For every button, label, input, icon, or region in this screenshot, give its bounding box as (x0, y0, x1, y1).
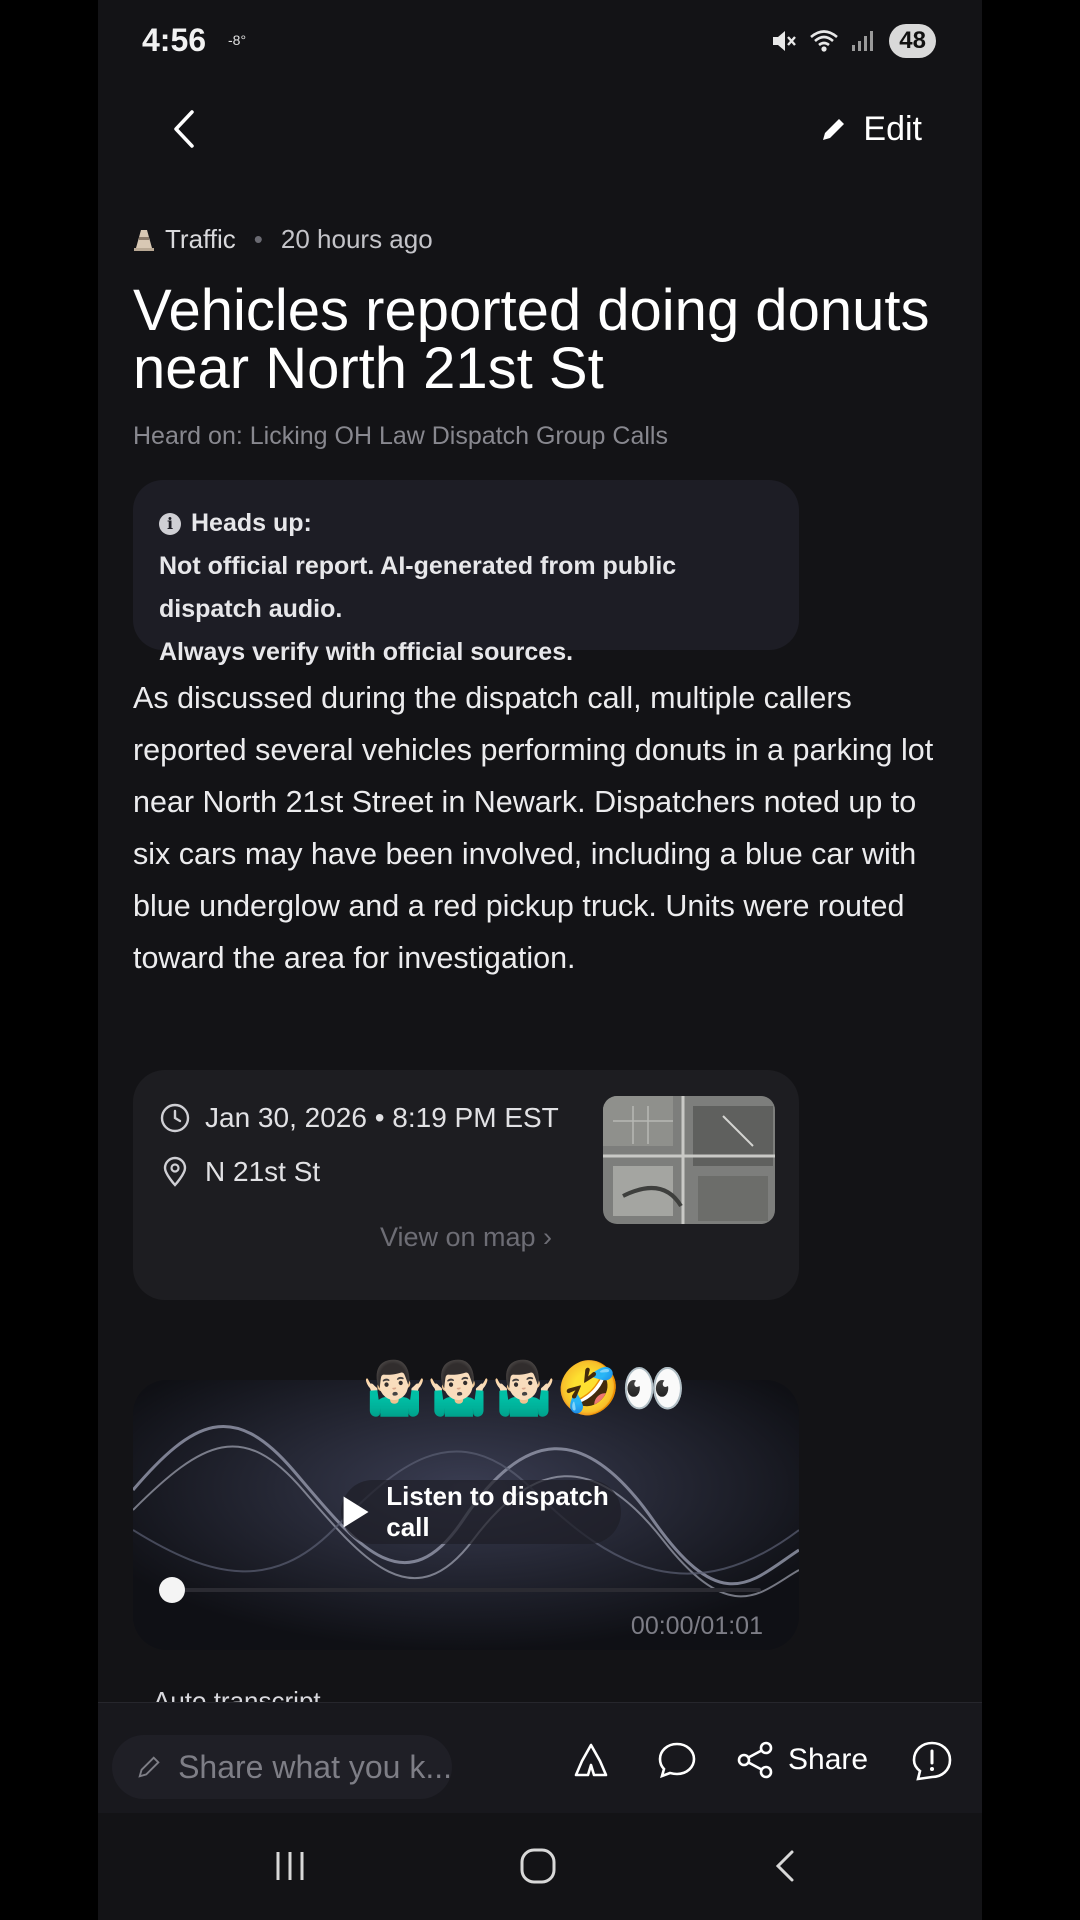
heads-up-notice: i Heads up: Not official report. AI-gene… (133, 480, 799, 666)
article-meta: Traffic • 20 hours ago (133, 224, 433, 255)
article-category[interactable]: Traffic (165, 224, 236, 255)
incident-location: N 21st St (205, 1156, 321, 1187)
audio-duration: 00:00/01:01 (630, 1612, 763, 1640)
phone-screen: 4:56 -8° 48 Edit Traffic • 20 hours ago … (98, 0, 982, 1920)
recent-apps-icon[interactable] (268, 1844, 312, 1888)
status-time: 4:56 (142, 22, 207, 58)
share-button[interactable]: Share (734, 1739, 868, 1781)
alert-icon (912, 1741, 952, 1781)
location-pin-icon (163, 1156, 187, 1187)
heard-on-source[interactable]: Heard on: Licking OH Law Dispatch Group … (133, 422, 668, 451)
signal-icon (852, 31, 874, 51)
status-bar: 4:56 -8° 48 (98, 0, 982, 84)
emoji-overlay: 🤷🏻‍♂️🤷🏻‍♂️🤷🏻‍♂️🤣👀 (362, 1360, 686, 1418)
pray-button[interactable] (570, 1739, 612, 1781)
article-time-ago: 20 hours ago (280, 224, 433, 254)
chat-bubble-icon (658, 1742, 696, 1779)
home-icon[interactable] (516, 1844, 560, 1888)
notice-line-2: Always verify with official sources. (159, 638, 574, 666)
article-body: As discussed during the dispatch call, m… (133, 681, 934, 975)
mute-icon (773, 31, 797, 51)
meta-separator: • (253, 224, 263, 254)
clock-icon (160, 1103, 190, 1133)
wifi-icon (810, 30, 839, 52)
edit-label: Edit (863, 109, 922, 148)
incident-details-card: Jan 30, 2026 • 8:19 PM EST N 21st St Vie… (133, 1070, 799, 1300)
map-thumbnail[interactable] (603, 1096, 775, 1224)
edit-button[interactable]: Edit (819, 104, 922, 154)
location-row: N 21st St (159, 1156, 320, 1188)
info-icon: i (159, 512, 181, 535)
status-temperature: -8° (228, 32, 247, 48)
praying-hands-icon (574, 1743, 608, 1777)
chevron-right-icon: › (543, 1222, 553, 1252)
pencil-outline-icon (138, 1756, 160, 1778)
report-button[interactable] (910, 1739, 954, 1783)
comment-button[interactable] (656, 1739, 698, 1781)
dispatch-audio-player: Listen to dispatch call 00:00/01:01 (133, 1380, 799, 1650)
view-on-map-link[interactable]: View on map › (133, 1222, 799, 1253)
system-navigation-bar (98, 1814, 982, 1920)
play-icon (343, 1496, 369, 1528)
share-icon (737, 1741, 773, 1779)
listen-label: Listen to dispatch call (386, 1481, 609, 1542)
bottom-action-bar: Share what you k... Share (98, 1702, 982, 1813)
share-comment-input[interactable]: Share what you k... (112, 1735, 452, 1799)
article-title: Vehicles reported doing donuts near Nort… (133, 278, 930, 401)
audio-scrubber[interactable] (159, 1577, 185, 1603)
notice-heading: Heads up: (191, 509, 312, 537)
datetime-row: Jan 30, 2026 • 8:19 PM EST (159, 1102, 559, 1134)
audio-progress-track[interactable] (169, 1588, 761, 1592)
back-arrow-icon[interactable] (158, 102, 212, 156)
share-input-placeholder: Share what you k... (178, 1748, 452, 1785)
top-bar: Edit (98, 96, 982, 166)
share-label: Share (788, 1743, 869, 1776)
notice-line-1: Not official report. AI-generated from p… (159, 552, 677, 623)
listen-dispatch-button[interactable]: Listen to dispatch call (341, 1480, 621, 1544)
incident-datetime: Jan 30, 2026 • 8:19 PM EST (205, 1102, 559, 1133)
nav-back-icon[interactable] (764, 1844, 808, 1888)
battery-indicator: 48 (889, 24, 936, 58)
view-map-label: View on map (379, 1222, 536, 1252)
auto-transcript-heading: Auto transcript (153, 1688, 321, 1702)
pencil-icon (823, 119, 845, 140)
status-icons: 48 (769, 24, 936, 58)
traffic-cone-icon (134, 229, 154, 251)
